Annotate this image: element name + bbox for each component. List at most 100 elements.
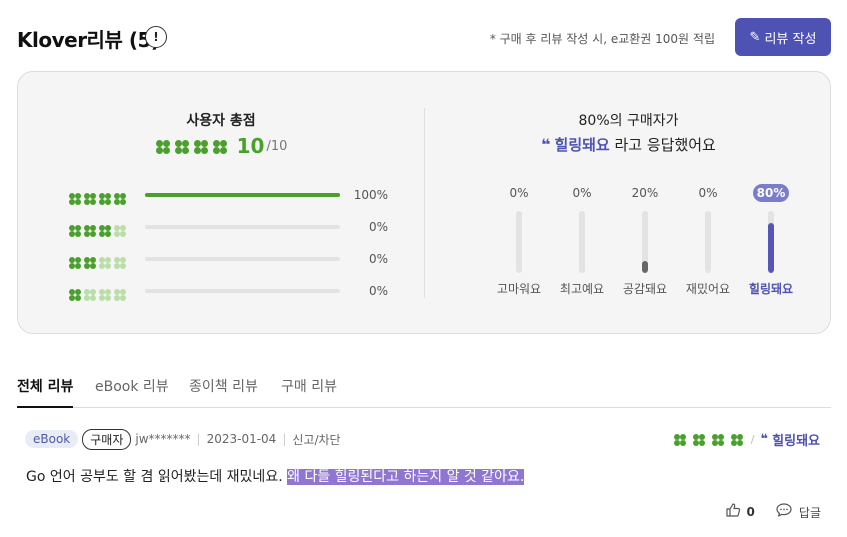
review-item: eBook 구매자 jw******* | 2023-01-04 | 신고/차단… — [17, 425, 831, 537]
review-emotion-tag: 힐링돼요 — [772, 433, 820, 449]
clover-icon — [83, 224, 96, 237]
clover-icon — [68, 192, 81, 205]
clover-icon — [155, 139, 171, 155]
review-section-title: Klover리뷰 (5) — [17, 28, 160, 52]
score-max: /10 — [266, 138, 288, 154]
review-text-selected: 왜 다들 힐링된다고 하는지 알 것 같아요. — [287, 469, 525, 485]
emotion-bar-track — [579, 211, 585, 273]
quote-icon: ❝ — [760, 431, 769, 447]
review-text-plain: Go 언어 공부도 할 겸 읽어봤는데 재밌네요. — [26, 469, 288, 485]
emotion-label: 재밌어요 — [685, 282, 731, 296]
emotion-bar-fill — [768, 223, 774, 273]
emotion-bar: 0% 고마워요 — [489, 184, 549, 296]
top-emotion: 힐링돼요 — [554, 136, 610, 154]
report-block-link[interactable]: 신고/차단 — [292, 431, 340, 448]
buyer-emotion-section: 80%의 구매자가 ❝ 힐링돼요 라고 응답했어요 0% 고마워요 0% 최고예요 20%… — [425, 72, 832, 333]
emotion-label: 고마워요 — [496, 282, 542, 296]
format-badge: eBook — [25, 430, 79, 448]
review-header: Klover리뷰 (5) ! * 구매 후 리뷰 작성 시, e교환권 100원… — [17, 18, 831, 56]
emotion-bar: 20% 공감돼요 — [615, 184, 675, 296]
distribution-row: 0% — [68, 219, 388, 237]
distribution-percent: 0% — [368, 284, 388, 298]
distribution-percent: 0% — [368, 220, 388, 234]
tab-paper-reviews[interactable]: 종이책 리뷰 — [189, 376, 258, 408]
clover-icon — [98, 256, 111, 269]
distribution-percent: 100% — [353, 188, 388, 202]
review-date: 2023-01-04 — [206, 432, 277, 446]
emotion-bar-track — [516, 211, 522, 273]
divider: | — [282, 432, 287, 446]
tab-all-reviews[interactable]: 전체 리뷰 — [17, 376, 74, 408]
user-score-section: 사용자 총점 10/10 100% 0% 0% 0% — [18, 72, 424, 333]
emotion-bar-track — [705, 211, 711, 273]
review-actions: 0 답글 — [725, 502, 821, 522]
emotion-percent: 0% — [509, 186, 529, 200]
distribution-bar — [145, 289, 340, 293]
emotion-percent: 0% — [572, 186, 592, 200]
reply-button[interactable]: 답글 — [799, 504, 821, 521]
buyer-summary-suffix: 라고 응답했어요 — [609, 136, 716, 154]
clover-icon — [98, 192, 111, 205]
emotion-bar: 80% 힐링돼요 — [741, 184, 801, 296]
distribution-clovers — [68, 284, 128, 303]
emotion-percent: 0% — [698, 186, 718, 200]
like-count: 0 — [746, 505, 755, 519]
emotion-bar-track — [642, 211, 648, 273]
clover-icon — [113, 288, 126, 301]
pencil-icon: ✎ — [749, 29, 761, 45]
emotion-label: 최고예요 — [559, 282, 605, 296]
distribution-percent: 0% — [368, 252, 388, 266]
buyer-summary-answer: ❝ 힐링돼요 라고 응답했어요 — [425, 134, 832, 155]
emotion-label: 공감돼요 — [622, 282, 668, 296]
clover-icon — [83, 192, 96, 205]
emotion-bar: 0% 최고예요 — [552, 184, 612, 296]
comment-icon[interactable] — [775, 502, 793, 522]
buyer-badge: 구매자 — [82, 428, 132, 450]
emotion-percent: 80% — [753, 184, 789, 202]
score-title: 사용자 총점 — [186, 113, 256, 129]
distribution-row: 0% — [68, 251, 388, 269]
review-rating: / ❝ 힐링돼요 — [673, 429, 820, 449]
clover-icon — [68, 224, 81, 237]
clover-icon — [730, 433, 743, 446]
clover-icon — [68, 256, 81, 269]
review-text: Go 언어 공부도 할 겸 읽어봤는데 재밌네요. 왜 다들 힐링된다고 하는지… — [26, 466, 525, 486]
clover-icon — [68, 288, 81, 301]
emotion-label: 힐링돼요 — [748, 282, 794, 296]
clover-icon — [98, 288, 111, 301]
reviewer-id: jw******* — [135, 432, 191, 446]
distribution-bar — [145, 257, 340, 261]
quote-icon: ❝ — [541, 135, 551, 154]
review-meta: eBook 구매자 jw******* | 2023-01-04 | 신고/차단 — [25, 428, 341, 450]
distribution-row: 0% — [68, 283, 388, 301]
reward-notice: * 구매 후 리뷰 작성 시, e교환권 100원 적립 — [489, 32, 715, 46]
thumbs-up-icon[interactable] — [725, 502, 741, 522]
distribution-clovers — [68, 188, 128, 207]
score-line: 10/10 — [18, 134, 424, 158]
score-value: 10 — [236, 134, 265, 158]
info-icon[interactable]: ! — [145, 26, 167, 48]
rating-summary-panel: 사용자 총점 10/10 100% 0% 0% 0% 80%의 구매자가 ❝ 힐링돼요 … — [17, 71, 831, 334]
clover-icon — [113, 224, 126, 237]
clover-icon — [212, 139, 228, 155]
clover-icon — [193, 139, 209, 155]
emotion-bar: 0% 재밌어요 — [678, 184, 738, 296]
clover-icon — [83, 256, 96, 269]
review-tabs: 전체 리뷰 eBook 리뷰 종이책 리뷰 구매 리뷰 — [17, 372, 831, 408]
distribution-row: 100% — [68, 187, 388, 205]
separator: / — [750, 432, 755, 446]
tab-purchase-reviews[interactable]: 구매 리뷰 — [281, 376, 337, 408]
emotion-bar-track — [768, 211, 774, 273]
clover-icon — [83, 288, 96, 301]
write-review-button[interactable]: ✎ 리뷰 작성 — [735, 18, 831, 56]
divider: | — [196, 432, 201, 446]
clover-icon — [692, 433, 705, 446]
distribution-bar-fill — [145, 193, 340, 197]
write-review-label: 리뷰 작성 — [764, 31, 817, 47]
clover-icon — [98, 224, 111, 237]
clover-icon — [113, 192, 126, 205]
clover-icon — [673, 433, 686, 446]
clover-icon — [113, 256, 126, 269]
distribution-bar — [145, 193, 340, 197]
tab-ebook-reviews[interactable]: eBook 리뷰 — [95, 376, 169, 408]
